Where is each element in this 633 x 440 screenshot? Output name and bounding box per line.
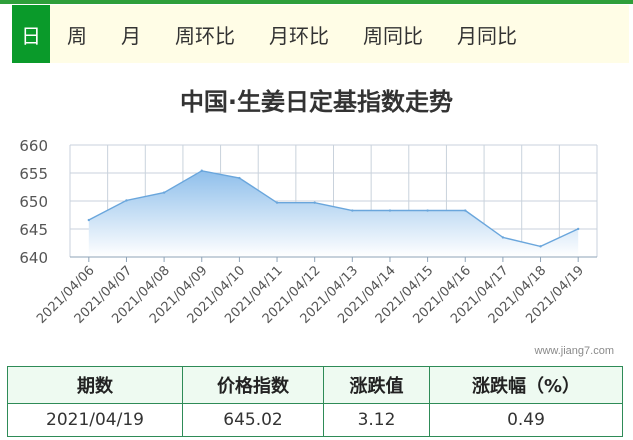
y-tick-label: 650 xyxy=(19,193,48,211)
index-summary-table: 期数 价格指数 涨跌值 涨跌幅（%） 2021/04/19 645.02 3.1… xyxy=(7,366,623,437)
data-point xyxy=(464,209,467,212)
table-row: 2021/04/19 645.02 3.12 0.49 xyxy=(7,403,623,437)
data-point xyxy=(125,199,128,202)
header-price-index: 价格指数 xyxy=(182,366,324,404)
data-point xyxy=(200,169,203,172)
y-tick-label: 660 xyxy=(19,137,48,155)
data-point xyxy=(238,176,241,180)
header-period: 期数 xyxy=(7,366,183,404)
data-point xyxy=(87,218,91,222)
watermark: www.jiang7.com xyxy=(534,345,614,357)
header-change-percent: 涨跌幅（%） xyxy=(429,366,623,404)
header-change-value: 涨跌值 xyxy=(323,366,430,404)
data-point xyxy=(388,209,392,212)
cell-change-value: 3.12 xyxy=(323,403,430,437)
cell-period: 2021/04/19 xyxy=(7,403,183,437)
y-tick-label: 640 xyxy=(19,249,48,267)
data-point xyxy=(162,191,166,194)
index-trend-chart: 6406456506556602021/04/062021/04/072021/… xyxy=(19,137,598,327)
data-point xyxy=(313,201,316,204)
y-tick-label: 655 xyxy=(19,165,48,183)
cell-price-index: 645.02 xyxy=(182,403,324,437)
data-point xyxy=(275,201,279,204)
data-point xyxy=(501,236,505,239)
data-point xyxy=(426,209,429,212)
data-point xyxy=(351,209,354,212)
data-point xyxy=(576,227,580,231)
cell-change-percent: 0.49 xyxy=(429,403,623,437)
data-point xyxy=(539,245,542,248)
y-tick-label: 645 xyxy=(19,221,48,239)
table-header-row: 期数 价格指数 涨跌值 涨跌幅（%） xyxy=(7,366,623,404)
